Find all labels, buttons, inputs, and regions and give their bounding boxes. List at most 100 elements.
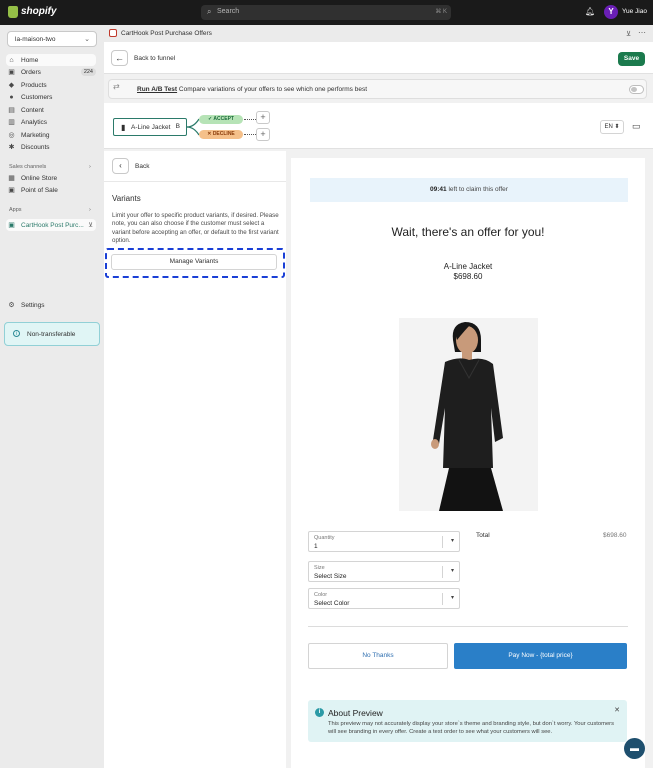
divider: [308, 626, 628, 627]
sidebar-item-settings[interactable]: ⚙ Settings: [8, 299, 96, 311]
home-icon: ⌂: [9, 56, 14, 64]
store-name: la-maison-two: [15, 36, 56, 43]
size-select[interactable]: Size Select Size ▾: [308, 561, 460, 582]
countdown-text: left to claim this offer: [446, 186, 508, 193]
decline-connector: [244, 134, 256, 135]
sidebar-item-discounts[interactable]: ✱ Discounts: [8, 141, 96, 153]
chat-icon[interactable]: ▬: [624, 738, 645, 759]
close-icon[interactable]: ✕: [614, 706, 620, 714]
chevron-down-icon: ▾: [450, 568, 454, 574]
funnel-node-label: A-Line Jacket: [131, 124, 171, 131]
sidebar-item-point-of-sale[interactable]: ▣ Point of Sale: [8, 184, 96, 196]
product-name: A-Line Jacket: [443, 262, 493, 271]
product-icon: ▮: [121, 123, 126, 132]
ab-test-toggle[interactable]: [629, 85, 644, 94]
accept-connector: [244, 119, 256, 120]
decline-branch[interactable]: ✕ DECLINE: [199, 130, 243, 139]
ab-test-description: Compare variations of your offers to see…: [178, 86, 368, 93]
sidebar-item-label: Marketing: [21, 131, 50, 139]
sidebar-item-label: Home: [21, 56, 39, 64]
sidebar-item-orders[interactable]: ▣ Orders 224: [8, 66, 96, 78]
size-value: Select Size: [314, 573, 347, 580]
analytics-icon: ▥: [8, 118, 15, 126]
sales-channels-heading: Sales channels ›: [9, 164, 91, 170]
quantity-stepper[interactable]: Quantity 1 ▾: [308, 531, 460, 552]
sidebar-item-label: Content: [21, 106, 44, 114]
search-input[interactable]: ⌕ Search ⌘ K: [201, 5, 451, 20]
sidebar-item-label: Settings: [21, 301, 45, 309]
back-to-funnel-label[interactable]: Back to funnel: [134, 55, 175, 62]
info-icon: i: [13, 330, 20, 337]
ab-test-text: Run A/B Test Compare variations of your …: [137, 86, 367, 93]
sidebar-item-content[interactable]: ▤ Content: [8, 104, 96, 116]
person-icon: ●: [9, 93, 14, 101]
quantity-label: Quantity: [314, 535, 335, 541]
chevron-left-icon: ‹: [119, 161, 122, 170]
sidebar-item-label: Online Store: [21, 174, 58, 182]
search-shortcut: ⌘ K: [435, 9, 447, 15]
pay-now-button[interactable]: Pay Now - {total price}: [454, 643, 627, 669]
pin-icon[interactable]: ⊻: [88, 221, 93, 229]
sidebar-item-analytics[interactable]: ▥ Analytics: [8, 116, 96, 128]
non-transferable-label: Non-transferable: [27, 331, 76, 338]
app-title: CartHook Post Purchase Offers: [121, 30, 212, 37]
divider: [104, 181, 286, 182]
funnel-node-badge: B: [175, 123, 180, 130]
user-name[interactable]: Yue Jiao: [622, 8, 647, 15]
sidebar-item-label: Orders: [21, 68, 41, 76]
divider: [442, 566, 443, 578]
search-placeholder: Search: [217, 8, 240, 15]
back-to-funnel-button[interactable]: ←: [111, 50, 128, 66]
sidebar-item-label: Customers: [21, 93, 53, 101]
color-value: Select Color: [314, 600, 350, 607]
add-decline-offer-button[interactable]: +: [256, 128, 270, 141]
sidebar-item-customers[interactable]: ● Customers: [8, 91, 96, 103]
brand-name[interactable]: shopify: [21, 6, 57, 17]
bell-icon[interactable]: 🔔︎: [585, 7, 595, 16]
sidebar-item-marketing[interactable]: ◎ Marketing: [8, 129, 96, 141]
accept-branch[interactable]: ✓ ACCEPT: [199, 115, 243, 124]
divider: [442, 593, 443, 605]
shopify-logo-icon[interactable]: [8, 6, 18, 18]
apps-heading: Apps ›: [9, 207, 91, 213]
toolbar: [104, 42, 653, 74]
size-label: Size: [314, 565, 325, 571]
countdown-banner: 09:41 left to claim this offer: [310, 178, 628, 202]
sidebar-item-label: Discounts: [21, 143, 50, 151]
sidebar-item-online-store[interactable]: ▦ Online Store: [8, 172, 96, 184]
store-selector[interactable]: la-maison-two ⌄: [7, 31, 97, 47]
info-icon: i: [315, 708, 324, 717]
no-thanks-button[interactable]: No Thanks: [308, 643, 448, 669]
ab-test-icon: ⇄: [113, 82, 120, 91]
color-select[interactable]: Color Select Color ▾: [308, 588, 460, 609]
sidebar-item-home[interactable]: ⌂ Home: [6, 54, 96, 66]
pin-icon[interactable]: ⊻: [626, 30, 631, 38]
divider: [442, 536, 443, 548]
save-button[interactable]: Save: [618, 52, 645, 66]
about-preview-banner: i About Preview This preview may not acc…: [308, 700, 627, 742]
chevron-right-icon[interactable]: ›: [89, 164, 91, 170]
offer-headline: Wait, there's an offer for you!: [391, 225, 545, 239]
arrow-left-icon: ←: [115, 53, 124, 63]
product-image: [399, 318, 538, 511]
chevron-right-icon[interactable]: ›: [89, 207, 91, 213]
run-ab-test-link[interactable]: Run A/B Test: [137, 86, 177, 93]
non-transferable-banner[interactable]: i Non-transferable: [4, 322, 100, 346]
gear-icon: ⚙: [8, 301, 15, 309]
sidebar-item-products[interactable]: ◆ Products: [8, 79, 96, 91]
sidebar-item-label: Analytics: [21, 118, 48, 126]
language-select[interactable]: EN ⬍: [600, 120, 624, 134]
panel-back-button[interactable]: ‹: [112, 158, 129, 174]
add-accept-offer-button[interactable]: +: [256, 111, 270, 124]
pos-icon: ▣: [8, 186, 15, 194]
panel-back-label[interactable]: Back: [135, 163, 149, 170]
more-options-icon[interactable]: ⋯: [638, 28, 646, 37]
sidebar-item-carthook[interactable]: ▣ CartHook Post Purc... ⊻: [6, 219, 96, 231]
desktop-preview-icon[interactable]: ▭: [632, 121, 641, 132]
avatar[interactable]: Y: [604, 5, 618, 19]
search-icon: ⌕: [207, 7, 212, 16]
funnel-node[interactable]: ▮ A-Line Jacket B: [113, 118, 187, 136]
orders-icon: ▣: [8, 68, 15, 76]
manage-variants-button[interactable]: Manage Variants: [111, 254, 277, 270]
store-icon: ▦: [8, 174, 15, 182]
